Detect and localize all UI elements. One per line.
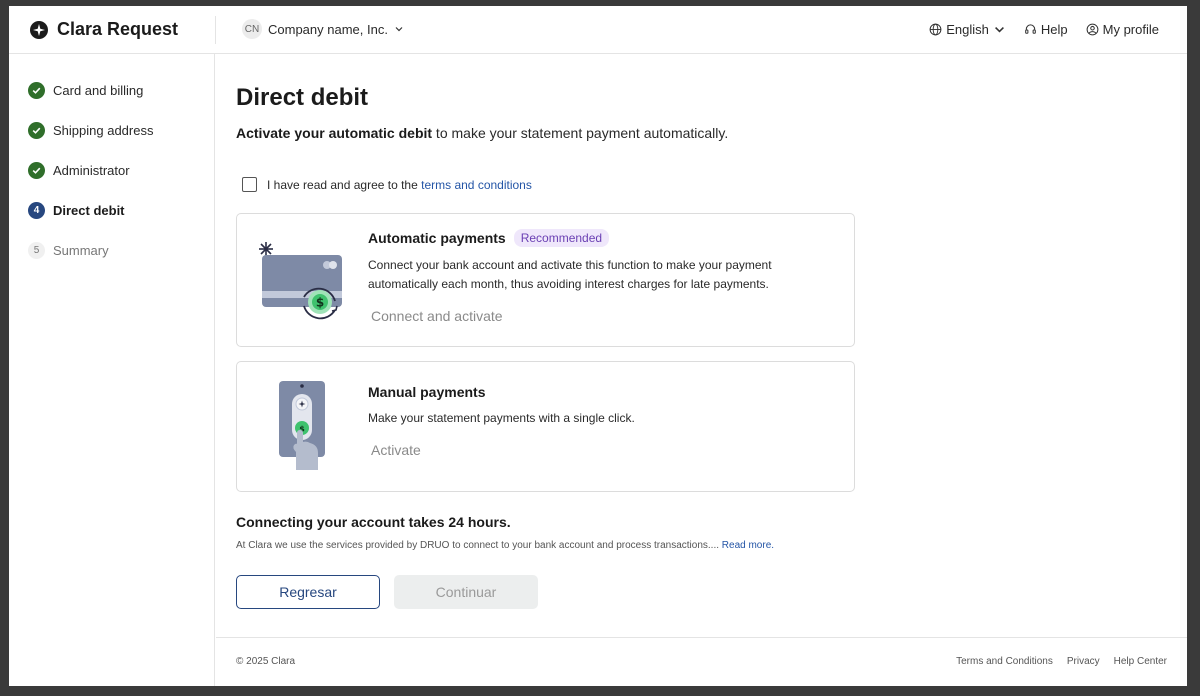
page-title: Direct debit [236,84,369,111]
step-label: Administrator [53,163,130,178]
step-administrator[interactable]: Administrator [28,162,130,179]
company-selector[interactable]: CN Company name, Inc. [242,19,404,39]
manual-payments-title: Manual payments [368,384,486,400]
top-header: Clara Request CN Company name, Inc. Engl… [9,6,1187,54]
step-label: Card and billing [53,83,144,98]
company-avatar: CN [242,19,262,39]
header-divider [215,16,216,44]
recommended-badge: Recommended [513,229,610,247]
app-window: Clara Request CN Company name, Inc. Engl… [9,6,1187,686]
terms-text: I have read and agree to the terms and c… [267,178,532,192]
page-subtitle: Activate your automatic debit to make yo… [236,125,728,141]
footer-help-center-link[interactable]: Help Center [1114,656,1167,667]
step-direct-debit[interactable]: 4 Direct debit [28,202,125,219]
activate-button[interactable]: Activate [371,442,421,458]
automatic-payments-description: Connect your bank account and activate t… [368,258,772,291]
step-number: 5 [28,242,45,259]
step-shipping-address[interactable]: Shipping address [28,122,153,139]
terms-agreement: I have read and agree to the terms and c… [242,177,532,192]
copyright: © 2025 Clara [236,656,296,667]
language-label: English [946,22,989,37]
card-autopay-illustration-icon: $ [259,242,342,320]
help-link[interactable]: Help [1024,22,1068,37]
check-icon [28,122,45,139]
step-label: Direct debit [53,203,125,218]
profile-label: My profile [1102,22,1159,37]
step-label: Shipping address [53,123,154,138]
manual-payments-description: Make your statement payments with a sing… [368,411,635,425]
card-title-row: Manual payments [368,384,828,400]
automatic-payments-title: Automatic payments [368,230,506,246]
chevron-down-icon [395,27,403,32]
card-title-row: Automatic payments Recommended [368,229,828,247]
step-label: Summary [53,243,109,258]
help-label: Help [1040,22,1068,37]
read-more-link[interactable]: Read more. [722,540,774,551]
automatic-payments-card: $ Automatic payments Recommended Connect… [236,213,855,347]
check-icon [28,82,45,99]
terms-link[interactable]: terms and conditions [421,178,532,192]
manual-payments-card: $ Manual payments Make your statement pa… [236,361,855,492]
brand[interactable]: Clara Request [29,19,178,40]
headset-icon [1025,24,1036,34]
step-number: 4 [28,202,45,219]
footer-terms-link[interactable]: Terms and Conditions [956,656,1053,667]
terms-text-label: I have read and agree to the [267,177,422,192]
check-icon [28,162,45,179]
manual-payments-body: Manual payments Make your statement paym… [368,384,828,460]
globe-icon [929,23,942,36]
stepper-sidebar: Card and billing Shipping address Admini… [9,54,215,686]
connect-and-activate-button[interactable]: Connect and activate [371,308,503,324]
footer-privacy-link[interactable]: Privacy [1067,656,1100,667]
back-button[interactable]: Regresar [236,575,380,609]
subtitle-bold: Activate your automatic debit [236,125,433,141]
profile-link[interactable]: My profile [1086,22,1159,37]
terms-checkbox[interactable] [242,177,257,192]
brand-name: Clara Request [57,19,179,39]
phone-tap-illustration-icon: $ [279,381,325,470]
header-actions: English Help My profile [929,22,1159,37]
svg-text:$: $ [316,296,324,310]
user-circle-icon [1086,23,1099,36]
step-summary[interactable]: 5 Summary [28,242,109,259]
clara-logo-icon [30,20,48,39]
chevron-down-icon [994,26,1004,33]
language-selector[interactable]: English [929,22,1006,37]
footer-links: Terms and Conditions Privacy Help Center [956,656,1167,667]
page-footer: © 2025 Clara Terms and Conditions Privac… [216,637,1187,686]
subtitle-rest: to make your statement payment automatic… [432,125,729,141]
connection-note-text: At Clara we use the services provided by… [236,540,774,551]
company-name: Company name, Inc. [268,21,388,37]
connection-note-title: Connecting your account takes 24 hours. [236,514,511,530]
continue-button[interactable]: Continuar [394,575,538,609]
note-text-label: At Clara we use the services provided by… [236,540,722,551]
step-card-and-billing[interactable]: Card and billing [28,82,143,99]
automatic-payments-body: Automatic payments Recommended Connect y… [368,229,828,326]
